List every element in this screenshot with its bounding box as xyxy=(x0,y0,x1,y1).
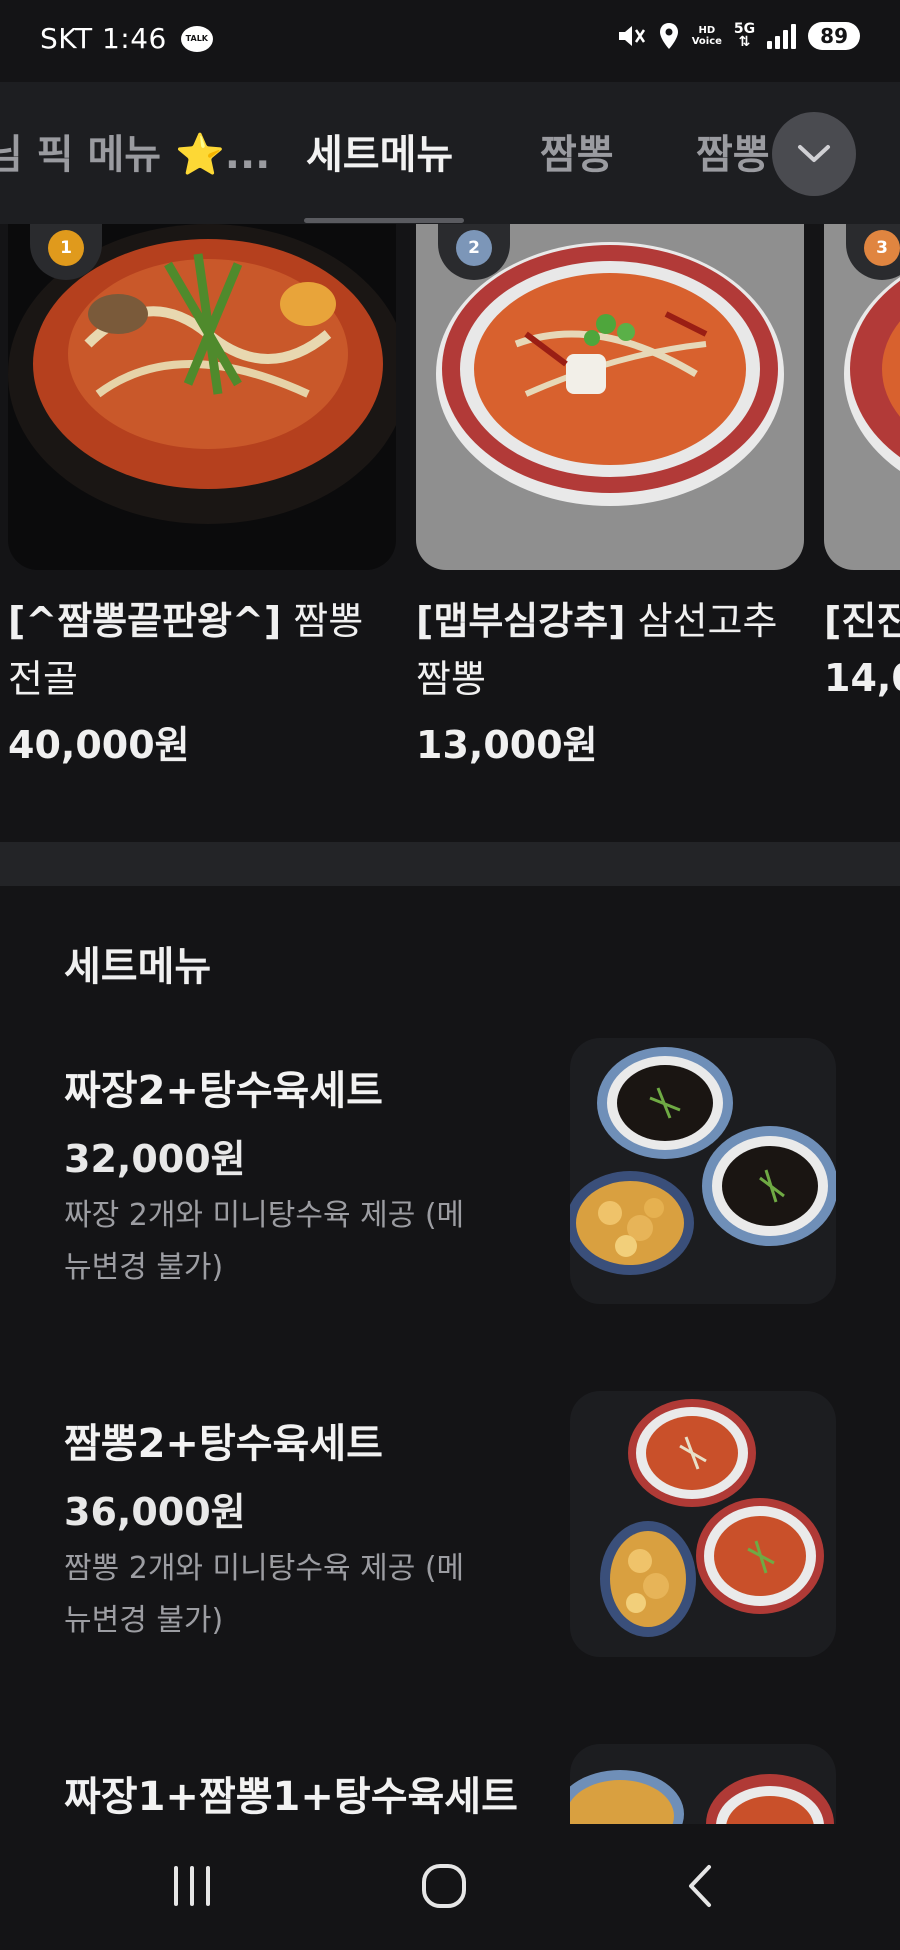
menu-item-price: 32,000원 xyxy=(64,1137,246,1181)
system-nav-bar xyxy=(0,1824,900,1950)
menu-tag: [맵부심강추] xyxy=(416,599,626,643)
status-right: HD Voice 5G ⇅ 89 xyxy=(616,22,860,50)
popular-item-name: [맵부심강추] 삼선고추짬뽕 xyxy=(416,592,804,708)
popular-item-name: [진진 짬뽕 xyxy=(824,592,900,650)
menu-tag: [진진 xyxy=(824,599,900,643)
location-icon xyxy=(658,22,680,50)
signal-icon xyxy=(767,23,797,49)
medal-icon: 2 xyxy=(456,230,492,266)
popular-menu-carousel: 1 [^짬뽕끝판왕^] 짬뽕전골 40,000원 2 [맵부심강추] 삼선고추짬… xyxy=(0,224,900,844)
menu-item-description: 짜장 2개와 미니탕수육 제공 (메뉴변경 불가) xyxy=(64,1198,465,1285)
category-tab-bar: 님 픽 메뉴 ⭐... 세트메뉴 짬뽕 짬뽕 xyxy=(0,82,900,224)
battery-indicator: 89 xyxy=(808,22,860,50)
back-button[interactable] xyxy=(670,1858,730,1914)
popular-item-price: 14,0 xyxy=(824,656,900,700)
menu-item-name: 짜장1+짬뽕1+탕수육세트 xyxy=(64,1774,518,1820)
tab-jjamppong[interactable]: 짬뽕 xyxy=(540,122,614,180)
carrier-time: SKT 1:46 xyxy=(40,22,167,55)
popular-item-price: 40,000원 xyxy=(8,723,190,767)
status-left: SKT 1:46 TALK xyxy=(40,22,213,55)
network-5g-icon: 5G ⇅ xyxy=(733,21,756,50)
menu-item-image xyxy=(570,1391,836,1657)
menu-item-name: 짜장2+탕수육세트 xyxy=(64,1068,383,1114)
popular-item-name: [^짬뽕끝판왕^] 짬뽕전골 xyxy=(8,592,396,708)
tab-jjamppong-2[interactable]: 짬뽕 xyxy=(696,122,770,180)
menu-item-image xyxy=(570,1744,836,1824)
back-icon xyxy=(689,1865,711,1907)
mute-icon xyxy=(616,22,646,50)
section-divider xyxy=(0,842,900,886)
chevron-down-icon xyxy=(798,145,830,162)
kakaotalk-icon: TALK xyxy=(180,25,213,52)
popular-item-2[interactable]: 2 [맵부심강추] 삼선고추짬뽕 13,000원 xyxy=(416,224,804,769)
home-icon xyxy=(422,1864,466,1908)
hd-voice-icon: HD Voice xyxy=(692,25,722,47)
menu-item[interactable]: 짜장2+탕수육세트 32,000원 짜장 2개와 미니탕수육 제공 (메뉴변경 … xyxy=(0,1038,900,1338)
home-button[interactable] xyxy=(414,1858,474,1914)
menu-item-price: 36,000원 xyxy=(64,1490,246,1534)
popular-item-3[interactable]: 3 [진진 짬뽕 14,0 xyxy=(824,224,900,700)
section-title: 세트메뉴 xyxy=(64,944,212,990)
popular-item-1[interactable]: 1 [^짬뽕끝판왕^] 짬뽕전골 40,000원 xyxy=(8,224,396,769)
hd-label: HD xyxy=(698,25,716,36)
recent-apps-icon xyxy=(174,1866,210,1906)
medal-icon: 1 xyxy=(48,230,84,266)
voice-label: Voice xyxy=(691,36,722,47)
menu-item[interactable]: 짬뽕2+탕수육세트 36,000원 짬뽕 2개와 미니탕수육 제공 (메뉴변경 … xyxy=(0,1391,900,1691)
recent-apps-button[interactable] xyxy=(162,1858,222,1914)
tab-owner-pick[interactable]: 님 픽 메뉴 ⭐... xyxy=(0,122,270,180)
popular-item-price: 13,000원 xyxy=(416,723,598,767)
menu-tag: [^짬뽕끝판왕^] xyxy=(8,599,282,643)
menu-item-description: 짬뽕 2개와 미니탕수육 제공 (메뉴변경 불가) xyxy=(64,1551,465,1638)
tab-set-menu[interactable]: 세트메뉴 xyxy=(306,122,453,180)
tab-expand-button[interactable] xyxy=(772,112,856,196)
menu-item-name: 짬뽕2+탕수육세트 xyxy=(64,1421,383,1467)
active-tab-indicator xyxy=(304,218,464,223)
medal-icon: 3 xyxy=(864,230,900,266)
status-bar: SKT 1:46 TALK HD Voice 5G ⇅ 89 xyxy=(0,0,900,82)
menu-item-image xyxy=(570,1038,836,1304)
